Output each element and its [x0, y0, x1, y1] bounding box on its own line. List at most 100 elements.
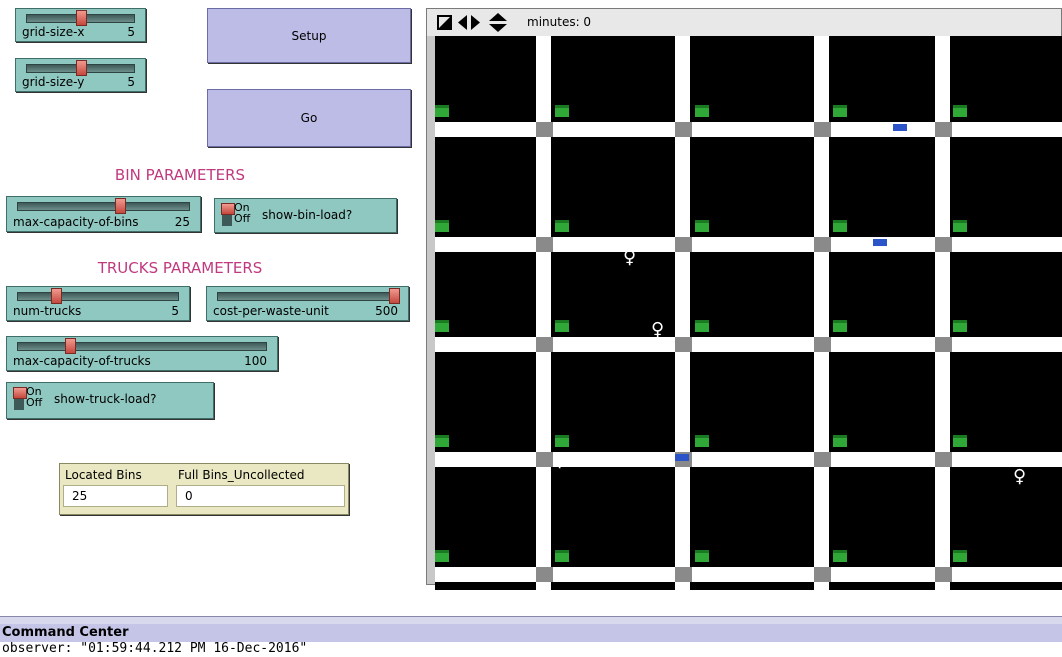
intersection	[536, 237, 553, 252]
switch-label: show-bin-load?	[262, 208, 353, 222]
slider-knob[interactable]	[65, 338, 76, 354]
intersection	[814, 337, 831, 352]
truck-icon	[893, 124, 907, 131]
intersection	[675, 337, 692, 352]
bin-icon	[555, 550, 569, 562]
bin-icon	[555, 435, 569, 447]
command-center-divider[interactable]	[0, 616, 1062, 624]
slider-label: cost-per-waste-unit	[213, 304, 329, 318]
cost-per-waste-unit-slider[interactable]: cost-per-waste-unit 500	[206, 286, 409, 321]
bin-icon	[555, 105, 569, 117]
slider-value: 5	[171, 304, 179, 318]
command-center-title: Command Center	[0, 624, 1062, 642]
bin-icon	[833, 105, 847, 117]
bin-icon	[953, 220, 967, 232]
bin-icon	[555, 320, 569, 332]
bin-icon	[435, 435, 449, 447]
num-trucks-slider[interactable]: num-trucks 5	[6, 286, 190, 321]
intersection	[536, 567, 553, 582]
slider-track[interactable]	[17, 342, 267, 351]
slider-label: max-capacity-of-bins	[13, 215, 139, 229]
bin-icon	[695, 105, 709, 117]
full-bins-uncollected-monitor: Full Bins_Uncollected 0	[173, 464, 349, 515]
switch-knob[interactable]	[13, 387, 27, 399]
bin-icon	[833, 550, 847, 562]
switch-off-label: Off	[26, 396, 43, 409]
road-horizontal	[435, 567, 1062, 582]
show-bin-load-switch[interactable]: On Off show-bin-load?	[214, 198, 397, 233]
intersection	[814, 122, 831, 137]
slider-track[interactable]	[217, 292, 398, 301]
bin-icon	[695, 435, 709, 447]
slider-knob[interactable]	[76, 10, 87, 26]
zoom-icon[interactable]	[437, 15, 452, 30]
slider-value: 5	[127, 75, 135, 89]
intersection	[536, 122, 553, 137]
intersection	[935, 452, 952, 467]
intersection	[935, 337, 952, 352]
switch-off-label: Off	[234, 212, 251, 225]
slider-track[interactable]	[17, 292, 179, 301]
switch-knob[interactable]	[221, 203, 235, 215]
monitor-label: Full Bins_Uncollected	[178, 468, 305, 482]
show-truck-load-switch[interactable]: On Off show-truck-load?	[6, 382, 214, 419]
bin-icon	[695, 550, 709, 562]
monitor-label: Located Bins	[65, 468, 142, 482]
world-grid[interactable]: ♀ ♀ ♀ ♀	[435, 36, 1062, 590]
max-capacity-of-trucks-slider[interactable]: max-capacity-of-trucks 100	[6, 336, 278, 371]
intersection	[536, 337, 553, 352]
truck-icon	[873, 239, 887, 246]
monitor-value: 25	[63, 485, 168, 507]
intersection	[675, 567, 692, 582]
slider-label: grid-size-x	[22, 25, 85, 39]
slider-label: num-trucks	[13, 304, 82, 318]
go-button[interactable]: Go	[207, 89, 411, 147]
bin-icon	[953, 550, 967, 562]
ticks-counter: minutes: 0	[527, 15, 592, 29]
intersection	[814, 452, 831, 467]
bin-icon	[435, 550, 449, 562]
monitor-value: 0	[176, 485, 345, 507]
bin-icon	[953, 320, 967, 332]
intersection	[935, 237, 952, 252]
intersection	[814, 237, 831, 252]
setup-button[interactable]: Setup	[207, 8, 411, 63]
view-toolbar: minutes: 0	[427, 9, 1061, 36]
switch-label: show-truck-load?	[54, 392, 157, 406]
slider-value: 5	[127, 25, 135, 39]
road-horizontal	[435, 337, 1062, 352]
bin-icon	[953, 435, 967, 447]
vertical-arrows-icon[interactable]	[489, 13, 507, 32]
trucks-parameters-heading: TRUCKS PARAMETERS	[97, 259, 263, 277]
intersection	[536, 452, 553, 467]
grid-size-y-slider[interactable]: grid-size-y 5	[15, 58, 146, 92]
max-capacity-of-bins-slider[interactable]: max-capacity-of-bins 25	[6, 196, 201, 232]
slider-track[interactable]	[17, 202, 190, 211]
command-center-output: observer: "01:59:44.212 PM 16-Dec-2016"	[2, 641, 308, 656]
bin-parameters-heading: BIN PARAMETERS	[114, 166, 246, 184]
bin-icon	[833, 320, 847, 332]
intersection	[935, 567, 952, 582]
road-horizontal	[435, 237, 1062, 252]
road-vertical	[814, 36, 829, 590]
truck-icon	[675, 454, 689, 461]
person-icon: ♀	[1013, 466, 1027, 487]
road-vertical	[935, 36, 950, 590]
slider-knob[interactable]	[76, 60, 87, 76]
person-icon: ♀	[651, 319, 665, 340]
bin-icon	[833, 435, 847, 447]
bin-icon	[833, 220, 847, 232]
grid-size-x-slider[interactable]: grid-size-x 5	[15, 8, 146, 42]
bin-icon	[435, 105, 449, 117]
person-icon: ♀	[623, 247, 637, 268]
world-view[interactable]: minutes: 0 ♀ ♀ ♀ ♀	[426, 8, 1062, 590]
slider-knob[interactable]	[51, 288, 62, 304]
slider-label: max-capacity-of-trucks	[13, 354, 151, 368]
intersection	[675, 122, 692, 137]
intersection	[935, 122, 952, 137]
horizontal-arrows-icon[interactable]	[458, 15, 480, 30]
bin-icon	[953, 105, 967, 117]
slider-knob[interactable]	[389, 288, 400, 304]
slider-knob[interactable]	[115, 198, 126, 214]
slider-value: 25	[174, 215, 190, 229]
